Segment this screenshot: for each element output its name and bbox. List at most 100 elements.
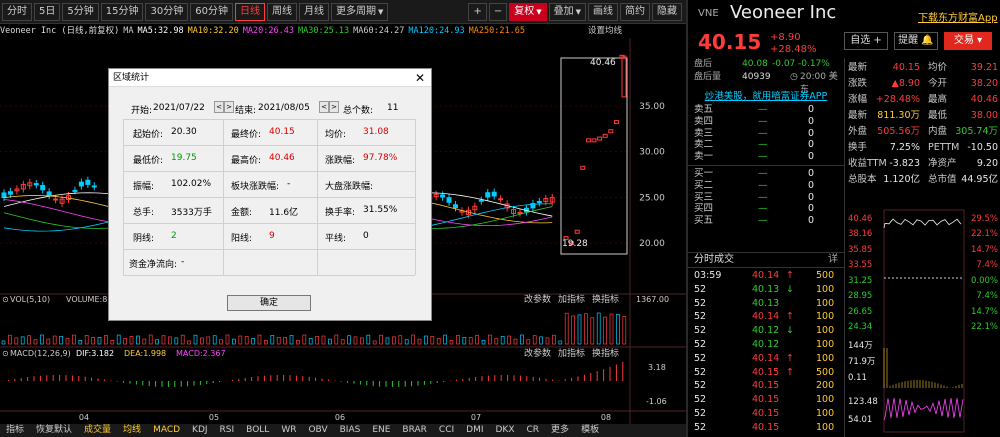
indicator-tab-15[interactable]: DKX bbox=[490, 424, 521, 437]
period-4-button[interactable]: 30分钟 bbox=[145, 2, 189, 21]
volume-bar bbox=[564, 312, 569, 345]
vol-link-0[interactable]: 改参数 bbox=[524, 293, 551, 305]
indicator-tab-13[interactable]: CCI bbox=[433, 424, 460, 437]
volume-bar bbox=[8, 334, 12, 345]
stat-value: - bbox=[367, 179, 371, 189]
stat-label: 起始价: bbox=[133, 130, 164, 140]
trade-button[interactable]: 交易 ▾ bbox=[944, 32, 992, 50]
stat-row: 外盘 505.56万 内盘 305.74万 bbox=[848, 126, 998, 137]
indicator-tab-6[interactable]: RSI bbox=[214, 424, 241, 437]
volume-bar bbox=[443, 334, 447, 345]
volume-bar bbox=[590, 317, 595, 345]
period-3-button[interactable]: 15分钟 bbox=[100, 2, 144, 21]
stat-label: 换手率: bbox=[325, 208, 356, 218]
period-8-button[interactable]: 月线 bbox=[298, 2, 329, 21]
candle bbox=[491, 191, 497, 197]
volume-bar bbox=[129, 336, 134, 345]
period-7-button[interactable]: 周线 bbox=[266, 2, 297, 21]
zoom-minus-button[interactable]: − bbox=[488, 2, 508, 21]
tool-1-button[interactable]: 叠加 ▼ bbox=[548, 2, 586, 21]
indicator-tab-17[interactable]: 更多 bbox=[545, 424, 575, 437]
ok-button[interactable]: 确定 bbox=[227, 295, 311, 311]
book-row: 卖五 —0 bbox=[694, 104, 815, 115]
volume-bar bbox=[155, 339, 159, 345]
volume-bar bbox=[251, 338, 255, 345]
volume-bar bbox=[161, 335, 166, 345]
book-row: 买三 —0 bbox=[694, 191, 815, 203]
add-watchlist-button[interactable]: 自选 + bbox=[844, 32, 888, 50]
indicator-tab-5[interactable]: KDJ bbox=[186, 424, 214, 437]
trades-detail-link[interactable]: 详 bbox=[828, 253, 838, 267]
macd-link-1[interactable]: 加指标 bbox=[558, 347, 585, 359]
indicator-tab-18[interactable]: 模板 bbox=[575, 424, 605, 437]
volume-bar bbox=[475, 335, 479, 345]
volume-bar bbox=[334, 334, 339, 345]
tool-3-button[interactable]: 简约 bbox=[620, 2, 650, 21]
stat-row: 换手 7.25% PETTM -10.50 bbox=[848, 142, 998, 153]
indicator-tab-10[interactable]: BIAS bbox=[334, 424, 367, 437]
volume-bar bbox=[360, 337, 364, 345]
mini-pct-label: 22.1% bbox=[971, 229, 998, 239]
indicator-tab-7[interactable]: BOLL bbox=[240, 424, 275, 437]
chevron-down-icon: ▼ bbox=[575, 7, 581, 16]
stat-row: 最新 811.30万 最低 38.00 bbox=[848, 110, 998, 121]
tool-2-button[interactable]: 画线 bbox=[588, 2, 618, 21]
indicator-tab-2[interactable]: 成交量 bbox=[78, 424, 117, 437]
zoom-plus-button[interactable]: + bbox=[468, 2, 487, 21]
alert-button[interactable]: 提醒 🔔 bbox=[894, 32, 938, 50]
tool-0-button[interactable]: 复权 ▼ bbox=[509, 2, 547, 21]
low-label: 19.28 bbox=[562, 239, 588, 249]
indicator-tab-8[interactable]: WR bbox=[275, 424, 302, 437]
indicator-tab-11[interactable]: ENE bbox=[366, 424, 396, 437]
macd-link-2[interactable]: 换指标 bbox=[592, 347, 619, 359]
indicator-tab-1[interactable]: 恢复默认 bbox=[30, 424, 78, 437]
mini-y-label: 54.01 bbox=[848, 415, 872, 425]
intraday-mini-chart[interactable]: 40.46 38.16 35.85 33.55 31.25 28.95 26.65 24.34… bbox=[846, 208, 1000, 437]
macd-link-0[interactable]: 改参数 bbox=[524, 347, 551, 359]
period-1-button[interactable]: 5日 bbox=[34, 2, 61, 21]
period-6-button[interactable]: 日线 bbox=[234, 2, 265, 21]
book-row: 卖二 —0 bbox=[694, 139, 815, 151]
download-app-link[interactable]: 下载东方财富App bbox=[918, 9, 998, 24]
period-0-button[interactable]: 分时 bbox=[2, 2, 32, 21]
indicator-tab-bar: 指标 恢复默认 成交量 均线 MACD KDJ RSI BOLL WR OBV BIAS ENE BRA… bbox=[0, 424, 686, 437]
volume-bar bbox=[206, 336, 211, 345]
promo-link[interactable]: 炒港美股，就用喑富证券APP bbox=[688, 88, 844, 102]
start-prev-button[interactable]: < bbox=[214, 101, 224, 113]
vol-link-2[interactable]: 换指标 bbox=[592, 293, 619, 305]
volume-bar bbox=[257, 334, 262, 345]
indicator-tab-9[interactable]: OBV bbox=[302, 424, 333, 437]
ma-item: MA250:21.65 bbox=[468, 26, 525, 36]
macd-label: MACD:2.367 bbox=[176, 349, 226, 358]
candle bbox=[453, 204, 458, 209]
candle bbox=[1, 192, 7, 199]
indicator-tab-4[interactable]: MACD bbox=[147, 424, 186, 437]
end-next-button[interactable]: > bbox=[329, 101, 339, 113]
order-book: 卖五 —0 卖四 —0 卖三 —0 卖二 —0 卖一 —0 买一 —0 买二 —0 买三 —0 买四 —0 买五 —0 bbox=[688, 104, 844, 227]
period-2-button[interactable]: 5分钟 bbox=[62, 2, 99, 21]
candle bbox=[608, 129, 614, 134]
mini-y-label: 38.16 bbox=[848, 229, 872, 239]
trades-list[interactable]: 03:59 40.14 ↑ 500 52 40.13 ↓ 100 52 40.13 100 52 40.… bbox=[688, 269, 844, 435]
end-prev-button[interactable]: < bbox=[319, 101, 329, 113]
volume-bar bbox=[123, 338, 127, 345]
macd-axis-top: 3.18 bbox=[648, 363, 666, 372]
period-5-button[interactable]: 60分钟 bbox=[190, 2, 233, 21]
indicator-tab-0[interactable]: 指标 bbox=[0, 424, 30, 437]
vol-link-1[interactable]: 加指标 bbox=[558, 293, 585, 305]
ma-settings-link[interactable]: 设置均线 bbox=[588, 25, 622, 38]
volume-bar bbox=[200, 337, 204, 345]
period-9-button[interactable]: 更多周期 ▼ bbox=[330, 2, 389, 21]
close-icon[interactable]: ✕ bbox=[415, 69, 425, 87]
indicator-tab-14[interactable]: DMI bbox=[460, 424, 489, 437]
indicator-tab-16[interactable]: CR bbox=[521, 424, 546, 437]
mini-y-label: 35.85 bbox=[848, 245, 872, 255]
candle bbox=[53, 198, 59, 201]
volume-bar bbox=[404, 339, 409, 345]
start-next-button[interactable]: > bbox=[224, 101, 234, 113]
tool-4-button[interactable]: 隐藏 bbox=[652, 2, 682, 21]
indicator-tab-12[interactable]: BRAR bbox=[396, 424, 432, 437]
range-selection[interactable] bbox=[560, 57, 628, 255]
indicator-tab-3[interactable]: 均线 bbox=[117, 424, 147, 437]
volume-bar bbox=[212, 335, 217, 345]
